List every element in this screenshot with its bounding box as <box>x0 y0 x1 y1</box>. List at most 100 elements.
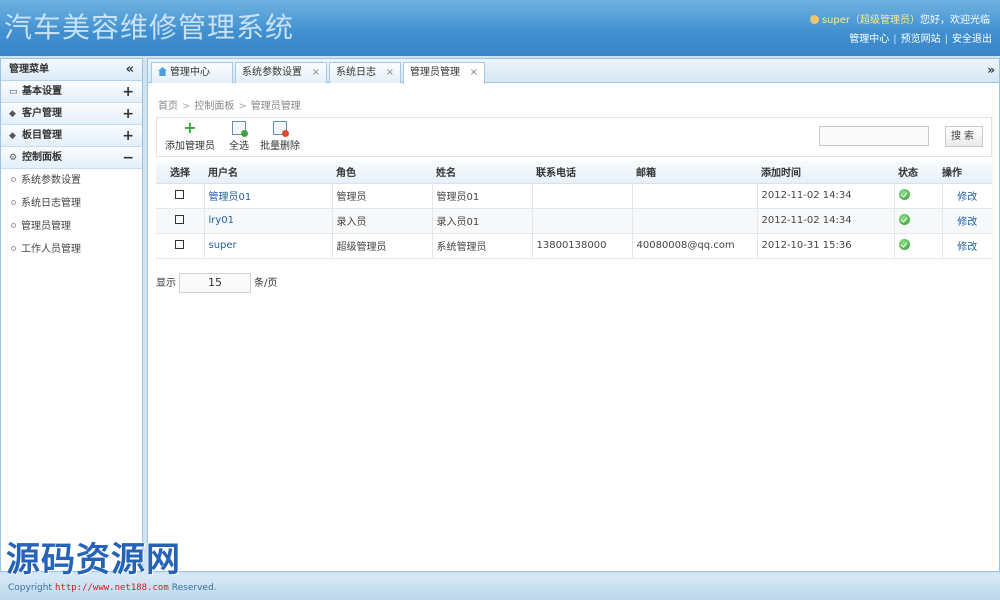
sidebar-group-sections[interactable]: ◆ 板目管理 + <box>1 125 142 147</box>
tab-label: 系统日志 <box>336 67 376 78</box>
row-checkbox[interactable] <box>175 214 185 224</box>
tab-system-params[interactable]: 系统参数设置 × <box>235 62 327 83</box>
plus-icon: + <box>183 118 197 137</box>
sidebar-item-system-params[interactable]: 系统参数设置 <box>1 169 142 192</box>
tab-admin-management[interactable]: 管理员管理 × <box>403 62 485 84</box>
diamond-icon: ◆ <box>9 109 16 119</box>
greeting-text: 您好，欢迎光临 <box>920 15 990 26</box>
current-user: super（超级管理员） <box>821 15 920 26</box>
expand-icon[interactable]: + <box>122 103 134 125</box>
sidebar-group-control-panel[interactable]: ⚙ 控制面板 − <box>1 147 142 169</box>
home-icon <box>158 67 167 76</box>
add-admin-button[interactable]: + 添加管理员 <box>165 118 215 153</box>
pager: 显示 15 条/页 <box>156 273 277 293</box>
edit-link[interactable]: 修改 <box>957 192 977 203</box>
name-cell: 管理员01 <box>431 183 532 209</box>
username-link[interactable]: lry01 <box>209 215 235 226</box>
row-checkbox[interactable] <box>175 239 185 249</box>
edit-link[interactable]: 修改 <box>957 242 977 253</box>
username-link[interactable]: super <box>209 240 237 251</box>
expand-icon[interactable]: + <box>122 81 134 103</box>
bullet-icon <box>11 246 16 251</box>
tab-more-icon[interactable]: » <box>987 63 995 77</box>
phone-cell <box>531 183 632 209</box>
role-cell: 超级管理员 <box>331 233 432 259</box>
role-cell: 管理员 <box>331 183 432 209</box>
pager-suffix: 条/页 <box>254 278 278 289</box>
sidebar-item-system-logs[interactable]: 系统日志管理 <box>1 192 142 215</box>
breadcrumb-control-panel[interactable]: 控制面板 <box>194 101 234 112</box>
batch-delete-button[interactable]: 批量删除 <box>259 121 301 152</box>
per-page-input[interactable]: 15 <box>179 273 251 293</box>
col-role: 角色 <box>332 161 432 184</box>
close-icon[interactable]: × <box>312 63 320 83</box>
tab-bar: 管理中心 系统参数设置 × 系统日志 × 管理员管理 × » <box>148 59 999 84</box>
chevron-right-icon: > <box>238 101 247 112</box>
breadcrumb-current: 管理员管理 <box>250 101 301 112</box>
sidebar-group-basic-settings[interactable]: ▭ 基本设置 + <box>1 81 142 103</box>
expand-icon[interactable]: + <box>122 125 134 147</box>
sidebar-group-customers[interactable]: ◆ 客户管理 + <box>1 103 142 125</box>
tab-admin-center[interactable]: 管理中心 <box>151 62 233 83</box>
sidebar-item-label: 系统日志管理 <box>21 198 81 209</box>
col-status: 状态 <box>894 161 942 184</box>
logout-link[interactable]: 安全退出 <box>952 34 992 45</box>
sidebar-item-label: 系统参数设置 <box>21 175 81 186</box>
footer-url[interactable]: http://www.net188.com <box>55 583 169 593</box>
col-select: 选择 <box>156 161 204 184</box>
close-icon[interactable]: × <box>386 63 394 83</box>
select-all-icon <box>232 121 248 137</box>
phone-cell: 13800138000 <box>531 233 632 259</box>
role-cell: 录入员 <box>331 208 432 234</box>
search-button[interactable]: 搜索 <box>945 126 983 147</box>
breadcrumb-home[interactable]: 首页 <box>158 101 178 112</box>
search-input[interactable] <box>819 126 929 146</box>
delete-icon <box>273 121 289 137</box>
header-links: 管理中心 | 预览网站 | 安全退出 <box>849 34 992 45</box>
sidebar-item-label: 管理员管理 <box>21 221 71 232</box>
tab-label: 管理中心 <box>170 67 210 78</box>
sidebar-item-staff[interactable]: 工作人员管理 <box>1 238 142 261</box>
sidebar-item-label: 工作人员管理 <box>21 244 81 255</box>
username-link[interactable]: 管理员01 <box>209 192 252 203</box>
col-username: 用户名 <box>204 161 332 184</box>
user-icon <box>809 15 819 24</box>
sidebar-group-label: 控制面板 <box>22 152 62 163</box>
tab-label: 管理员管理 <box>410 67 460 78</box>
collapse-sidebar-icon[interactable]: « <box>126 59 134 81</box>
bullet-icon <box>11 200 16 205</box>
app-title: 汽车美容维修管理系统 <box>4 11 295 44</box>
chevron-right-icon: > <box>182 101 191 112</box>
status-ok-icon <box>898 188 910 200</box>
toolbar: + 添加管理员 全选 批量删除 搜索 <box>156 117 992 157</box>
sidebar-group-label: 客户管理 <box>22 108 62 119</box>
close-icon[interactable]: × <box>470 63 478 83</box>
collapse-icon[interactable]: − <box>122 147 134 169</box>
diamond-icon: ◆ <box>9 131 16 141</box>
added-time-cell: 2012-10-31 15:36 <box>756 233 894 259</box>
edit-link[interactable]: 修改 <box>957 217 977 228</box>
copyright: Copyright http://www.net188.com Reserved. <box>8 583 217 593</box>
table-header-row: 选择 用户名 角色 姓名 联系电话 邮箱 添加时间 状态 操作 <box>156 161 992 184</box>
admin-table: 选择 用户名 角色 姓名 联系电话 邮箱 添加时间 状态 操作 管理员01 管理… <box>156 161 992 259</box>
pager-prefix: 显示 <box>156 278 176 289</box>
sidebar-group-label: 板目管理 <box>22 130 62 141</box>
monitor-icon: ▭ <box>9 87 18 97</box>
status-ok-icon <box>898 238 910 250</box>
watermark: 源码资源网 <box>6 540 181 580</box>
name-cell: 录入员01 <box>431 208 532 234</box>
sidebar-item-admins[interactable]: 管理员管理 <box>1 215 142 238</box>
sidebar-title: 管理菜单 <box>9 64 49 75</box>
col-email: 邮箱 <box>632 161 757 184</box>
bullet-icon <box>11 177 16 182</box>
admin-center-link[interactable]: 管理中心 <box>849 34 889 45</box>
preview-site-link[interactable]: 预览网站 <box>901 34 941 45</box>
tab-system-logs[interactable]: 系统日志 × <box>329 62 401 83</box>
main-panel: 管理中心 系统参数设置 × 系统日志 × 管理员管理 × » 首页 > 控制面板 > 管… <box>147 58 1000 572</box>
select-all-button[interactable]: 全选 <box>225 121 253 152</box>
name-cell: 系统管理员 <box>431 233 532 259</box>
col-phone: 联系电话 <box>532 161 632 184</box>
app-header: 汽车美容维修管理系统 super（超级管理员）您好，欢迎光临 管理中心 | 预览网站… <box>0 0 1000 56</box>
user-greeting: super（超级管理员）您好，欢迎光临 <box>809 11 990 26</box>
row-checkbox[interactable] <box>175 189 185 199</box>
